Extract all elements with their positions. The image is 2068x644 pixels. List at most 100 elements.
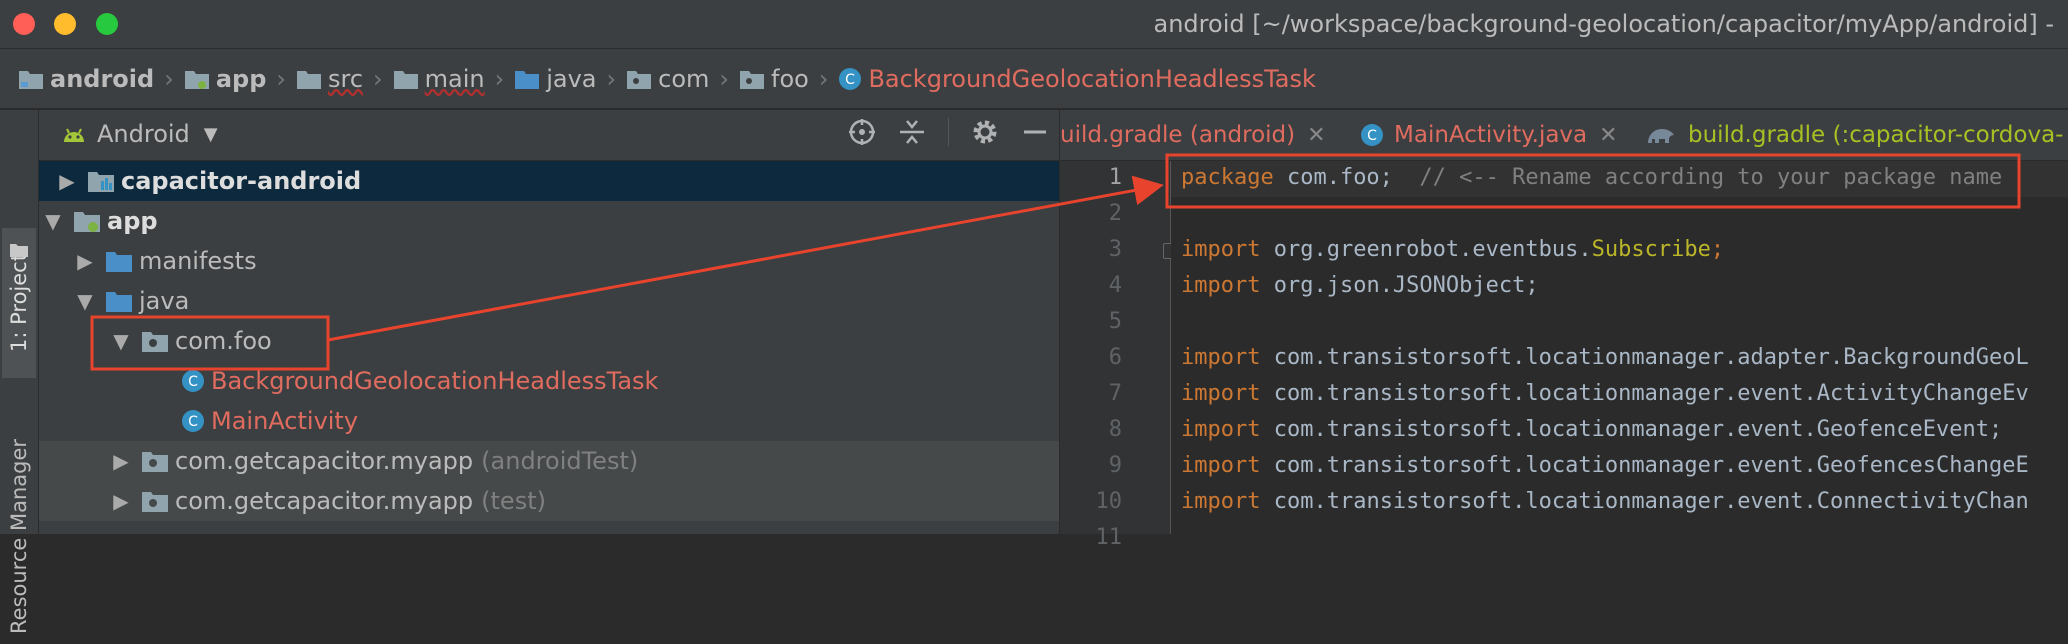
breadcrumb-separator: › (164, 64, 174, 93)
tab-main-activity[interactable]: C MainActivity.java ✕ (1360, 110, 1618, 160)
chevron-down-icon: ▼ (203, 123, 218, 145)
android-icon (64, 128, 84, 142)
gear-icon[interactable] (971, 118, 999, 146)
hide-panel-icon[interactable] (1021, 118, 1049, 146)
svg-text:C: C (846, 72, 856, 88)
locate-file-icon[interactable] (848, 118, 876, 146)
tab-resource-manager[interactable]: Resource Manager (2, 428, 36, 644)
tree-row-app[interactable]: ▼ app (39, 201, 1059, 241)
divider (948, 118, 949, 146)
svg-text:C: C (188, 414, 198, 430)
expand-arrow-icon[interactable]: ▶ (107, 449, 135, 473)
line-number: 8 (1108, 417, 1122, 442)
package-icon (142, 492, 168, 512)
project-panel-header: Android ▼ (39, 110, 1059, 161)
breadcrumb-foo[interactable]: foo (739, 65, 809, 93)
expand-arrow-icon[interactable]: ▶ (71, 249, 99, 273)
gradle-icon (1648, 129, 1674, 143)
tree-row-java[interactable]: ▼ java (39, 281, 1059, 321)
class-icon: C (1361, 124, 1383, 146)
title-bar: android [~/workspace/background-geolocat… (0, 0, 2068, 49)
breadcrumb-separator: › (606, 64, 617, 93)
breadcrumb-separator: › (818, 64, 829, 93)
line-number: 1 (1108, 165, 1122, 190)
class-icon: C (182, 370, 204, 392)
package-icon (142, 452, 168, 472)
code-line-10: import com.transistorsoft.locationmanage… (1181, 489, 2029, 514)
maximize-window-button[interactable] (96, 13, 118, 35)
collapse-all-icon[interactable] (898, 118, 926, 146)
line-number: 6 (1108, 345, 1122, 370)
module-folder-icon (88, 172, 114, 192)
breadcrumb-separator: › (719, 64, 729, 93)
breadcrumb-separator: › (276, 64, 286, 93)
breadcrumb-separator: › (373, 64, 383, 93)
svg-text:C: C (188, 374, 198, 390)
module-folder-icon (19, 70, 43, 89)
module-folder-icon (184, 70, 209, 89)
line-number: 11 (1095, 525, 1123, 550)
project-view-selector[interactable]: Android ▼ (61, 120, 218, 148)
project-tree: ▶ capacitor-android ▼ app ▶ manifests ▼ … (39, 161, 1059, 534)
tree-row-com-foo[interactable]: ▼ com.foo (39, 321, 1059, 361)
breadcrumb-main[interactable]: main (393, 65, 485, 93)
expand-arrow-icon[interactable]: ▶ (107, 489, 135, 513)
class-icon: C (182, 410, 204, 432)
package-icon (740, 70, 764, 89)
breadcrumb-app[interactable]: app (184, 65, 266, 93)
collapse-arrow-icon[interactable]: ▼ (39, 209, 67, 233)
module-folder-icon (74, 212, 100, 232)
tab-build-gradle-cordova[interactable]: build.gradle (:capacitor-cordova- (1646, 110, 2063, 160)
code-line-8: import com.transistorsoft.locationmanage… (1181, 417, 2003, 442)
tab-build-gradle-android[interactable]: uild.gradle (android) ✕ (1060, 110, 1326, 160)
tool-window-strip: 1: Project Resource Manager (0, 110, 39, 634)
close-tab-icon[interactable]: ✕ (1307, 123, 1325, 148)
expand-arrow-icon[interactable]: ▶ (53, 169, 81, 193)
editor-gutter: 1 2 3 4 5 6 7 8 9 10 11 (1060, 161, 1171, 550)
code-line-6: import com.transistorsoft.locationmanage… (1181, 345, 2029, 370)
class-icon: C (839, 67, 862, 90)
close-window-button[interactable] (13, 13, 35, 35)
line-number: 10 (1095, 489, 1123, 514)
breadcrumb-android[interactable]: android (18, 65, 154, 93)
code-line-9: import com.transistorsoft.locationmanage… (1181, 453, 2029, 478)
tree-row-background-geolocation-headless-task[interactable]: C BackgroundGeolocationHeadlessTask (39, 361, 1059, 401)
close-tab-icon[interactable]: ✕ (1599, 123, 1617, 148)
code-line-1: package com.foo; // <-- Rename according… (1181, 165, 2003, 190)
source-folder-icon (106, 292, 132, 312)
folder-icon (296, 70, 321, 89)
breadcrumb-com[interactable]: com (626, 65, 709, 93)
code-line-3: import org.greenrobot.eventbus.Subscribe… (1181, 237, 1725, 262)
source-folder-icon (515, 70, 540, 89)
project-folder-icon (9, 242, 29, 262)
breadcrumb: android › app › src › main › java › com … (0, 49, 2068, 109)
code-line-4: import org.json.JSONObject; (1181, 273, 1539, 298)
collapse-arrow-icon[interactable]: ▼ (107, 329, 135, 353)
breadcrumb-src[interactable]: src (296, 65, 363, 93)
breadcrumb-separator: › (494, 64, 505, 93)
editor-tabs: uild.gradle (android) ✕ C MainActivity.j… (1060, 110, 2068, 161)
breadcrumb-class[interactable]: C BackgroundGeolocationHeadlessTask (838, 65, 1316, 93)
folder-icon (106, 252, 132, 272)
line-number: 2 (1108, 201, 1122, 226)
line-number: 5 (1108, 309, 1122, 334)
tree-row-capacitor-android[interactable]: ▶ capacitor-android (39, 161, 1059, 201)
tree-row-test-package[interactable]: ▶ com.getcapacitor.myapp (test) (39, 481, 1059, 521)
minimize-window-button[interactable] (54, 13, 76, 35)
breadcrumb-java[interactable]: java (514, 65, 597, 93)
line-number: 9 (1108, 453, 1122, 478)
package-icon (142, 332, 168, 352)
tree-row-android-test-package[interactable]: ▶ com.getcapacitor.myapp (androidTest) (39, 441, 1059, 481)
collapse-arrow-icon[interactable]: ▼ (71, 289, 99, 313)
window-title: android [~/workspace/background-geolocat… (1153, 10, 2054, 38)
code-line-7: import com.transistorsoft.locationmanage… (1181, 381, 2029, 406)
tree-row-manifests[interactable]: ▶ manifests (39, 241, 1059, 281)
package-icon (627, 70, 652, 89)
svg-text:C: C (1367, 128, 1377, 144)
line-number: 3 (1108, 237, 1122, 262)
code-editor[interactable]: package com.foo; // <-- Rename according… (1171, 161, 2068, 534)
tree-row-main-activity[interactable]: C MainActivity (39, 401, 1059, 441)
line-number: 7 (1108, 381, 1122, 406)
line-number: 4 (1108, 273, 1122, 298)
folder-icon (393, 70, 418, 89)
